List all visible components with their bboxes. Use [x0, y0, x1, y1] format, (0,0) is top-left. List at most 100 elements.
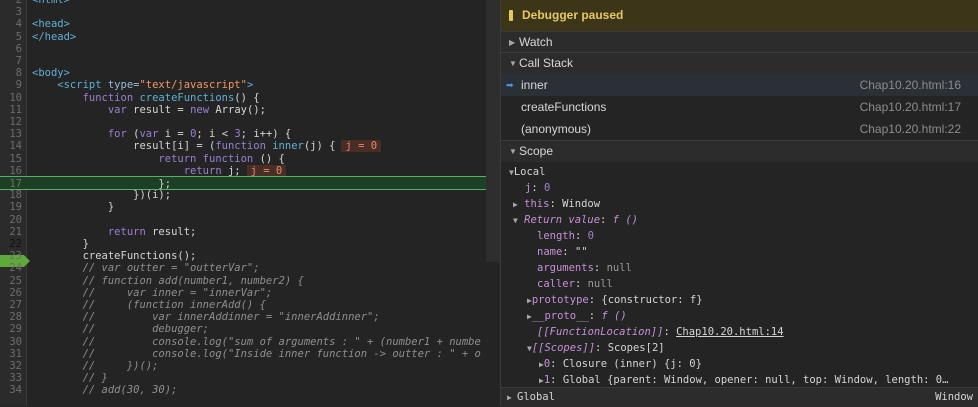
- prop-sep: :: [574, 230, 588, 242]
- call-stack-label: Call Stack: [519, 56, 574, 70]
- pause-icon: [509, 10, 513, 21]
- code-token: return: [32, 164, 228, 177]
- global-value: Window: [935, 391, 973, 403]
- scope-row-this[interactable]: ▶ this: Window: [513, 196, 600, 212]
- code-token: // (function innerAdd() {: [32, 299, 266, 311]
- prop-value: {constructor: f}: [601, 294, 703, 306]
- code-token: <head>: [32, 18, 70, 31]
- code-token: (j) {: [303, 140, 336, 153]
- code-token: // function add(number1, number2) {: [32, 274, 304, 287]
- code-token: var: [139, 128, 165, 141]
- frame-name: (anonymous): [521, 122, 592, 136]
- code-token: // })();: [32, 360, 159, 372]
- prop-value: Scopes[2]: [607, 342, 665, 354]
- local-scope-header[interactable]: ▼Local: [509, 164, 545, 180]
- prop-name: caller: [537, 278, 575, 290]
- code-token: return function: [32, 152, 260, 165]
- code-token: new: [190, 103, 216, 116]
- code-token: Array();: [215, 103, 266, 116]
- scope-row-proto[interactable]: ▶__proto__: f (): [527, 308, 627, 324]
- frame-location[interactable]: Chap10.20.html:22: [860, 118, 961, 140]
- code-token: // console.log("sum of arguments : " + (…: [32, 335, 481, 348]
- line-number[interactable]: 34: [0, 383, 22, 397]
- scope-row-global-scope[interactable]: ▶1: Global {parent: Window, opener: null…: [539, 372, 948, 388]
- scope-row-closure[interactable]: ▶0: Closure (inner) {j: 0}: [539, 356, 702, 372]
- chevron-down-icon: ▼: [513, 216, 518, 225]
- code-token: // var inner = "innerVar";: [32, 286, 273, 299]
- code-token: // var innerAddinner = "innerAddinner";: [32, 311, 380, 324]
- call-frame-inner[interactable]: ➡ inner Chap10.20.html:16: [501, 74, 978, 96]
- prop-value: 0: [543, 182, 551, 194]
- code-token: ; i <: [196, 128, 235, 141]
- prop-sep: :: [550, 374, 563, 386]
- function-location-link[interactable]: Chap10.20.html:14: [676, 326, 783, 338]
- scope-section-header[interactable]: ▼ Scope: [501, 140, 978, 162]
- chevron-right-icon: ▶: [513, 200, 518, 209]
- call-frame-createfunctions[interactable]: createFunctions Chap10.20.html:17: [501, 96, 978, 118]
- scope-label: Scope: [519, 144, 554, 158]
- code-token: for: [32, 128, 134, 141]
- code-token: // var outter = "outterVar";: [32, 262, 260, 275]
- prop-sep: :: [595, 342, 608, 354]
- frame-location[interactable]: Chap10.20.html:16: [860, 74, 961, 96]
- prop-name: this: [524, 198, 550, 210]
- scope-row-prototype[interactable]: ▶prototype: {constructor: f}: [527, 292, 703, 308]
- code-token: // debugger;: [32, 323, 210, 336]
- scope-row-scopes[interactable]: ▼[[Scopes]]: Scopes[2]: [527, 340, 665, 356]
- code-token: // }: [32, 372, 108, 385]
- paused-label: Debugger paused: [522, 8, 624, 22]
- code-token: return: [32, 225, 153, 238]
- code-token: function: [32, 91, 140, 104]
- code-token: () {: [234, 91, 260, 104]
- chevron-down-icon: ▼: [509, 59, 517, 68]
- global-scope-header[interactable]: ▶ Global Window: [501, 387, 978, 407]
- scope-row-length: length: 0: [537, 228, 594, 244]
- prop-sep: :: [593, 262, 607, 274]
- editor-vertical-scrollbar[interactable]: [486, 0, 500, 262]
- prop-name: [[Scopes]]: [531, 342, 596, 354]
- scope-row-caller: caller: null: [537, 276, 613, 292]
- frame-location[interactable]: Chap10.20.html:17: [860, 96, 961, 118]
- code-token: createFunctions();: [32, 250, 197, 263]
- code-token: j;: [227, 164, 241, 177]
- scope-row-return-value[interactable]: ▼ Return value: f (): [513, 212, 638, 228]
- code-token: <script: [32, 79, 108, 92]
- watch-label: Watch: [519, 35, 553, 49]
- code-token: }: [32, 201, 115, 214]
- prop-sep: :: [531, 182, 544, 194]
- prop-value: f (): [612, 214, 638, 226]
- code-token: // add(30, 30);: [32, 384, 178, 397]
- prop-name: name: [537, 246, 563, 258]
- prop-value: null: [587, 278, 613, 290]
- code-text: // add(30, 30);: [32, 383, 178, 397]
- prop-name: arguments: [537, 262, 594, 274]
- code-editor[interactable]: 2 <html> 3 4 <head> 5 </head> 6 7 8 <body> 9 <scrip…: [0, 0, 500, 406]
- prop-sep: :: [663, 326, 677, 338]
- prop-sep: :: [588, 310, 602, 322]
- call-frame-anonymous[interactable]: (anonymous) Chap10.20.html:22: [501, 118, 978, 140]
- frame-name: createFunctions: [521, 100, 607, 114]
- prop-name: Return value: [524, 214, 601, 226]
- watch-section-header[interactable]: ▶ Watch: [501, 31, 978, 53]
- scope-row-name: name: "": [537, 244, 588, 260]
- inline-value-badge: j = 0: [341, 140, 382, 153]
- code-token: // console.log("Inside inner function ->…: [32, 347, 481, 360]
- code-token: </head>: [32, 30, 77, 43]
- prop-name: prototype: [531, 294, 589, 306]
- inline-value-badge: j = 0: [246, 164, 287, 177]
- chevron-down-icon: ▼: [509, 147, 517, 156]
- code-token: createFunctions: [139, 91, 235, 104]
- code-token: >: [246, 79, 254, 92]
- code-line: 34 // add(30, 30);: [0, 383, 500, 397]
- prop-sep: :: [600, 214, 613, 226]
- prop-name: length: [537, 230, 575, 242]
- prop-value: Window: [562, 198, 601, 210]
- prop-sep: :: [549, 198, 563, 210]
- scope-row-arguments: arguments: null: [537, 260, 632, 276]
- call-stack-section-header[interactable]: ▼ Call Stack: [501, 52, 978, 74]
- code-token: result;: [152, 225, 197, 238]
- current-frame-arrow-icon: ➡: [506, 80, 514, 90]
- chevron-right-icon: ▶: [509, 38, 516, 47]
- local-label: Local: [513, 166, 546, 178]
- frame-name: inner: [521, 78, 548, 92]
